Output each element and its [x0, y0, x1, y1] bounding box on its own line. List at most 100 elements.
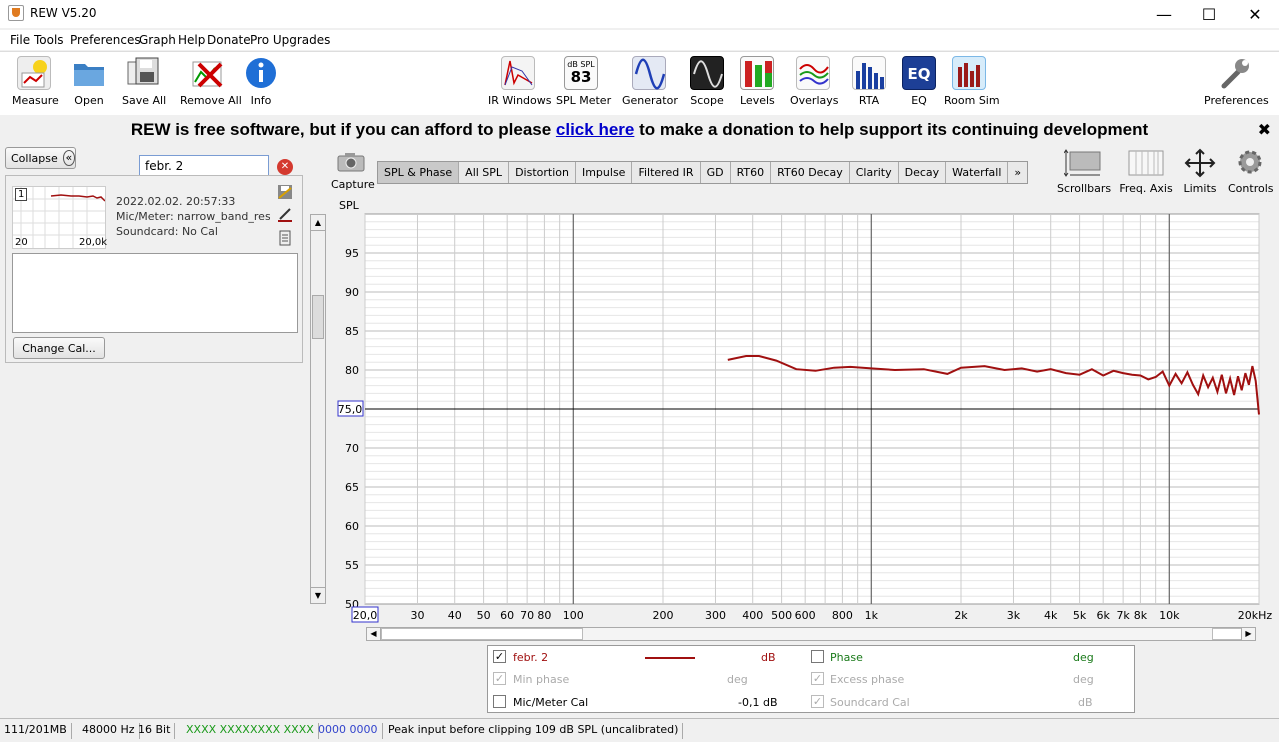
collapse-button[interactable]: Collapse «: [5, 147, 76, 169]
info-label: Info: [250, 94, 272, 107]
y-tick-label: 95: [345, 247, 359, 260]
x-tick-label: 200: [653, 609, 674, 622]
maximize-button[interactable]: ☐: [1186, 0, 1232, 28]
x-tick-label: 3k: [1007, 609, 1021, 622]
controls-label: Controls: [1228, 182, 1274, 195]
vertical-scroll-thumb[interactable]: [312, 295, 324, 339]
save-all-button[interactable]: Save All: [122, 56, 167, 107]
tab-rt60[interactable]: RT60: [731, 162, 772, 183]
collapse-label: Collapse: [11, 151, 58, 165]
tabs-more-icon[interactable]: »: [1008, 162, 1027, 183]
measure-icon: [17, 56, 51, 90]
open-label: Open: [74, 94, 104, 107]
x-tick-label: 40: [448, 609, 462, 622]
menu-preferences[interactable]: Preferences: [70, 33, 141, 47]
notes-icon[interactable]: [277, 230, 293, 249]
measurement-notes[interactable]: [12, 253, 298, 333]
tab-gd[interactable]: GD: [701, 162, 731, 183]
tab-decay[interactable]: Decay: [899, 162, 947, 183]
clear-icon[interactable]: ✕: [277, 159, 293, 175]
legend-checkbox-mic-cal[interactable]: [493, 695, 506, 708]
tab-impulse[interactable]: Impulse: [576, 162, 633, 183]
tab-rt60-decay[interactable]: RT60 Decay: [771, 162, 850, 183]
ir-windows-button[interactable]: IR Windows: [488, 56, 552, 107]
spl-meter-button[interactable]: dB SPL 83 SPL Meter: [556, 56, 611, 107]
scroll-down-icon[interactable]: ▼: [311, 587, 325, 603]
menu-file[interactable]: File: [10, 33, 30, 47]
y-tick-label: 55: [345, 559, 359, 572]
legend-checkbox-febr-2[interactable]: ✓: [493, 650, 506, 663]
collapse-icon: «: [62, 150, 75, 166]
legend-swatch-febr-2: [645, 657, 695, 659]
minimize-button[interactable]: —: [1141, 0, 1187, 28]
menu-donate[interactable]: Donate: [207, 33, 251, 47]
tab-spl-phase[interactable]: SPL & Phase: [378, 162, 460, 183]
remove-all-button[interactable]: Remove All: [180, 56, 242, 107]
scroll-left-icon[interactable]: ◀: [367, 628, 381, 640]
legend-name-soundcard-cal: Soundcard Cal: [830, 696, 910, 709]
tab-clarity[interactable]: Clarity: [850, 162, 899, 183]
info-button[interactable]: Info: [244, 56, 278, 107]
menu-help[interactable]: Help: [178, 33, 205, 47]
controls-button[interactable]: Controls: [1228, 148, 1274, 195]
tab-all-spl[interactable]: All SPL: [459, 162, 510, 183]
scroll-right-icon[interactable]: ▶: [1241, 628, 1255, 640]
thumb-max-label: 20,0k: [79, 237, 108, 248]
app-icon: [8, 5, 24, 21]
generator-button[interactable]: Generator: [622, 56, 678, 107]
room-sim-button[interactable]: Room Sim: [944, 56, 1000, 107]
scope-button[interactable]: Scope: [690, 56, 724, 107]
capture-button[interactable]: Capture: [331, 152, 375, 191]
spl-graph[interactable]: 5055606570758085909575,0 20,030405060708…: [337, 199, 1272, 623]
banner-close-icon[interactable]: ✖: [1258, 120, 1271, 139]
camera-icon: [336, 152, 366, 172]
change-cal-button[interactable]: Change Cal...: [13, 337, 105, 359]
x-tick-label: 20kHz: [1238, 609, 1273, 622]
tab-waterfall[interactable]: Waterfall: [946, 162, 1009, 183]
legend-panel: ✓ febr. 2 dB Phase deg ✓ Min phase deg ✓…: [487, 645, 1135, 713]
save-measurement-icon[interactable]: [277, 184, 293, 203]
x-tick-label: 30: [410, 609, 424, 622]
x-tick-label: 60: [500, 609, 514, 622]
eq-button[interactable]: EQ EQ: [902, 56, 936, 107]
freq-axis-button[interactable]: Freq. Axis: [1119, 148, 1173, 195]
folder-icon: [72, 56, 106, 90]
x-tick-label: 5k: [1073, 609, 1087, 622]
horizontal-scroll-thumb[interactable]: [381, 628, 583, 640]
freq-axis-icon: [1128, 148, 1164, 178]
status-message: Peak input before clipping 109 dB SPL (u…: [384, 723, 684, 739]
x-tick-label: 2k: [954, 609, 968, 622]
scrollbars-button[interactable]: Scrollbars: [1057, 148, 1111, 195]
save-all-label: Save All: [122, 94, 167, 107]
vertical-scrollbar[interactable]: ▲ ▼: [310, 214, 326, 604]
levels-button[interactable]: Levels: [740, 56, 775, 107]
measure-button[interactable]: Measure: [12, 56, 59, 107]
menu-pro-upgrades[interactable]: Pro Upgrades: [250, 33, 330, 47]
open-button[interactable]: Open: [72, 56, 106, 107]
limits-button[interactable]: Limits: [1181, 148, 1219, 195]
tab-filtered-ir[interactable]: Filtered IR: [632, 162, 701, 183]
measurement-mic: Mic/Meter: narrow_band_respo: [116, 210, 270, 223]
menu-graph[interactable]: Graph: [139, 33, 176, 47]
status-bar: 111/201MB 48000 Hz 16 Bit XXXX XXXX XXXX…: [0, 718, 1279, 742]
x-tick-label: 100: [563, 609, 584, 622]
freq-axis-label: Freq. Axis: [1119, 182, 1173, 195]
donate-link[interactable]: click here: [556, 120, 634, 139]
preferences-button[interactable]: Preferences: [1204, 56, 1269, 107]
close-button[interactable]: ✕: [1232, 0, 1278, 28]
scrollbars-icon: [1063, 148, 1104, 178]
tab-distortion[interactable]: Distortion: [509, 162, 576, 183]
capture-label: Capture: [331, 178, 375, 191]
trace-color-icon[interactable]: [277, 206, 293, 225]
horizontal-scrollbar[interactable]: ◀ ▶: [366, 627, 1256, 641]
overlays-button[interactable]: Overlays: [790, 56, 839, 107]
measurement-thumbnail[interactable]: 1 20 20,0k: [12, 186, 108, 249]
measurement-soundcard: Soundcard: No Cal: [116, 225, 218, 238]
legend-checkbox-phase[interactable]: [811, 650, 824, 663]
scroll-up-icon[interactable]: ▲: [311, 215, 325, 231]
rta-button[interactable]: RTA: [852, 56, 886, 107]
levels-label: Levels: [740, 94, 775, 107]
status-input-level: XXXX XXXX: [186, 723, 250, 736]
menu-tools[interactable]: Tools: [34, 33, 64, 47]
legend-unit-soundcard-cal: dB: [1078, 696, 1093, 709]
